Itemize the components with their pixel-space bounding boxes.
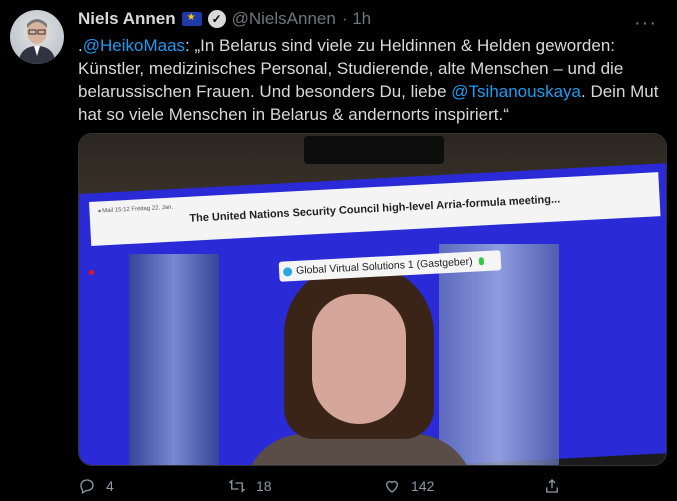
mic-icon xyxy=(478,257,484,266)
participant-status-icon xyxy=(282,266,293,277)
reply-count: 4 xyxy=(106,478,114,494)
like-button[interactable]: 142 xyxy=(383,477,543,495)
speaker xyxy=(244,264,474,465)
tweet-text: .@HeikoMaas: „In Belarus sind viele zu H… xyxy=(78,34,668,126)
avatar[interactable] xyxy=(10,10,64,64)
retweet-count: 18 xyxy=(256,478,272,494)
retweet-button[interactable]: 18 xyxy=(228,477,383,495)
eu-flag-icon xyxy=(181,12,202,26)
share-button[interactable] xyxy=(543,477,561,495)
like-count: 142 xyxy=(411,478,435,494)
mention-tsihanouskaya[interactable]: @Tsihanouskaya xyxy=(451,82,581,101)
author-name[interactable]: Niels Annen xyxy=(78,9,176,29)
mention-heikomaas[interactable]: @HeikoMaas xyxy=(83,36,185,55)
like-icon xyxy=(386,480,398,493)
avatar-photo xyxy=(18,19,56,64)
flag-backdrop-right xyxy=(439,244,559,465)
record-indicator-icon xyxy=(89,270,94,275)
status-bar-text: ◂ Mail 15:12 Freitag 22. Jan. xyxy=(97,204,174,215)
speaker-face xyxy=(312,294,406,424)
share-icon xyxy=(546,479,558,493)
verified-badge-icon: ✓ xyxy=(207,10,226,28)
tweet-time[interactable]: · 1h xyxy=(342,9,371,29)
more-icon[interactable]: ··· xyxy=(634,12,657,35)
flag-backdrop-left xyxy=(129,254,219,465)
retweet-icon xyxy=(228,479,246,493)
tweet-header: Niels Annen ✓ @NielsAnnen · 1h ··· xyxy=(78,8,677,34)
meeting-title: The United Nations Security Council high… xyxy=(189,193,561,225)
tweet-actions: 4 18 142 xyxy=(78,474,677,498)
webcam xyxy=(304,136,444,164)
tweet-media-photo[interactable]: ◂ Mail 15:12 Freitag 22. Jan. The United… xyxy=(78,133,667,466)
reply-button[interactable]: 4 xyxy=(78,477,228,495)
author-handle[interactable]: @NielsAnnen xyxy=(232,9,336,29)
reply-icon xyxy=(80,479,94,494)
